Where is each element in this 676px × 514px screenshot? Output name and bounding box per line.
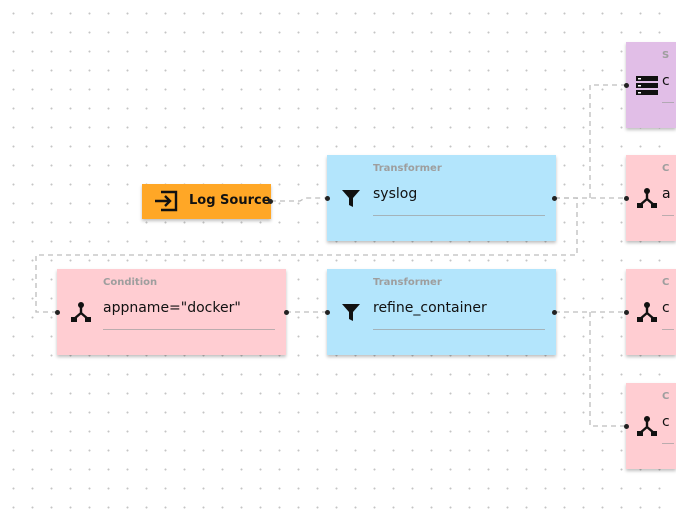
log-source-node[interactable]: Log Source bbox=[142, 184, 271, 219]
input-port[interactable] bbox=[325, 196, 330, 201]
node-value: refine_container bbox=[373, 300, 487, 316]
condition-node-right-2[interactable]: C c bbox=[626, 269, 676, 355]
node-label: Log Source bbox=[189, 193, 271, 208]
underline bbox=[103, 329, 275, 330]
login-icon bbox=[155, 190, 178, 212]
condition-node-docker[interactable]: Condition appname="docker" bbox=[57, 269, 286, 355]
fork-icon bbox=[637, 188, 657, 208]
node-value: appname="docker" bbox=[103, 300, 241, 316]
fork-icon bbox=[637, 416, 657, 436]
output-port[interactable] bbox=[552, 310, 557, 315]
node-value: syslog bbox=[373, 186, 418, 202]
underline bbox=[373, 215, 545, 216]
underline bbox=[662, 102, 674, 103]
storage-icon bbox=[636, 76, 658, 95]
underline bbox=[662, 443, 674, 444]
sink-node[interactable]: S c bbox=[626, 42, 676, 128]
condition-node-right-1[interactable]: C a bbox=[626, 155, 676, 241]
filter-icon bbox=[342, 304, 360, 321]
filter-icon bbox=[342, 190, 360, 207]
fork-icon bbox=[637, 302, 657, 322]
input-port[interactable] bbox=[624, 196, 629, 201]
input-port[interactable] bbox=[325, 310, 330, 315]
node-type: S bbox=[662, 50, 670, 61]
node-value: c bbox=[662, 414, 670, 430]
node-type: C bbox=[662, 163, 670, 174]
node-type: Transformer bbox=[373, 163, 442, 174]
edge-source-syslog bbox=[271, 197, 327, 202]
node-type: C bbox=[662, 277, 670, 288]
output-port[interactable] bbox=[552, 196, 557, 201]
transformer-node-refine[interactable]: Transformer refine_container bbox=[327, 269, 556, 355]
output-port[interactable] bbox=[268, 199, 273, 204]
node-type: C bbox=[662, 391, 670, 402]
underline bbox=[662, 215, 674, 216]
node-value: a bbox=[662, 186, 671, 202]
output-port[interactable] bbox=[284, 310, 289, 315]
fork-icon bbox=[71, 302, 91, 322]
input-port[interactable] bbox=[55, 310, 60, 315]
input-port[interactable] bbox=[624, 310, 629, 315]
node-value: c bbox=[662, 300, 670, 316]
node-type: Condition bbox=[103, 277, 158, 288]
edges bbox=[35, 84, 626, 427]
input-port[interactable] bbox=[624, 424, 629, 429]
transformer-node-syslog[interactable]: Transformer syslog bbox=[327, 155, 556, 241]
node-value: c bbox=[662, 73, 670, 89]
underline bbox=[373, 329, 545, 330]
underline bbox=[662, 329, 674, 330]
edge-refine-cond3 bbox=[589, 312, 626, 427]
node-type: Transformer bbox=[373, 277, 442, 288]
condition-node-right-3[interactable]: C c bbox=[626, 383, 676, 469]
input-port[interactable] bbox=[624, 83, 629, 88]
edge-syslog-sink bbox=[589, 84, 626, 198]
